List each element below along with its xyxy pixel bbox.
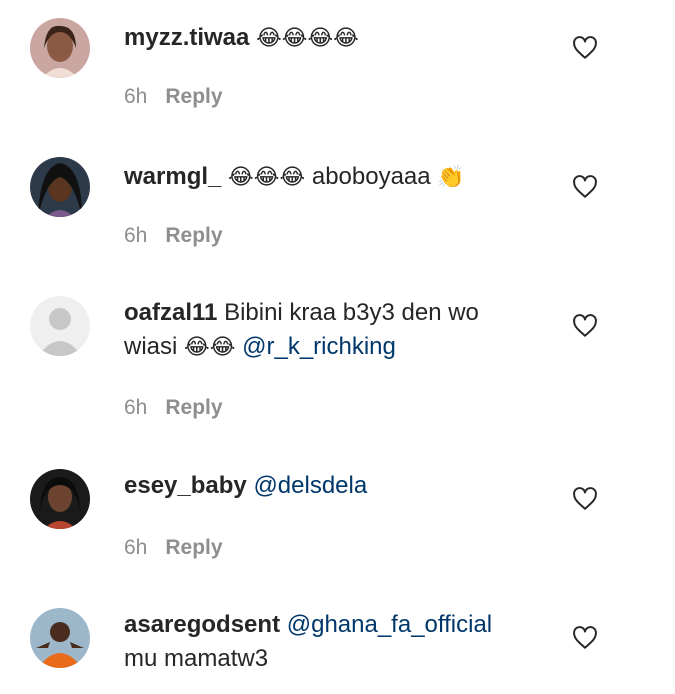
comment-time: 6h bbox=[124, 224, 148, 247]
comment-username[interactable]: oafzal11 bbox=[124, 299, 217, 326]
mention-link[interactable]: @r_k_richking bbox=[242, 333, 396, 360]
heart-icon[interactable] bbox=[572, 174, 598, 200]
comment-text: asaregodsent @ghana_fa_official mu mamat… bbox=[124, 608, 554, 676]
comment-username[interactable]: myzz.tiwaa bbox=[124, 24, 249, 51]
comment-text: oafzal11 Bibini kraa b3y3 den wo wiasi 😂… bbox=[124, 296, 554, 365]
emoji-text: 😂😂 bbox=[184, 335, 236, 360]
emoji-text: 👏 bbox=[437, 165, 465, 190]
comment-body: Bibini kraa b3y3 den wo bbox=[224, 299, 479, 326]
avatar[interactable] bbox=[30, 608, 90, 668]
mention-link[interactable]: @ghana_fa_official bbox=[287, 611, 492, 638]
heart-icon[interactable] bbox=[572, 625, 598, 651]
reply-button[interactable]: Reply bbox=[165, 396, 222, 419]
heart-icon[interactable] bbox=[572, 313, 598, 339]
comment-time: 6h bbox=[124, 536, 148, 559]
comment-time: 6h bbox=[124, 396, 148, 419]
comment-body: mu mamatw3 bbox=[124, 645, 269, 672]
comment-username[interactable]: esey_baby bbox=[124, 472, 247, 499]
comment-body: wiasi bbox=[124, 333, 178, 360]
heart-icon[interactable] bbox=[572, 486, 598, 512]
reply-button[interactable]: Reply bbox=[165, 536, 222, 559]
comment-meta: 6h Reply bbox=[124, 396, 223, 420]
reply-button[interactable]: Reply bbox=[165, 224, 222, 247]
comment-text: warmgl_ 😂😂😂 aboboyaaa 👏 bbox=[124, 160, 554, 195]
comment-meta: 6h Reply bbox=[124, 536, 223, 560]
comment-username[interactable]: asaregodsent bbox=[124, 611, 280, 638]
avatar[interactable] bbox=[30, 157, 90, 217]
comment-username[interactable]: warmgl_ bbox=[124, 163, 221, 190]
comment-meta: 6h Reply bbox=[124, 85, 223, 109]
mention-link[interactable]: @delsdela bbox=[253, 472, 367, 499]
comment-time: 6h bbox=[124, 85, 148, 108]
heart-icon[interactable] bbox=[572, 35, 598, 61]
comment-body: aboboyaaa bbox=[311, 163, 431, 190]
reply-button[interactable]: Reply bbox=[165, 85, 222, 108]
avatar[interactable] bbox=[30, 18, 90, 78]
avatar[interactable] bbox=[30, 469, 90, 529]
emoji-text: 😂😂😂😂 bbox=[256, 26, 359, 51]
emoji-text: 😂😂😂 bbox=[228, 165, 306, 190]
default-avatar-icon[interactable] bbox=[30, 296, 90, 356]
comment-text: esey_baby @delsdela bbox=[124, 469, 554, 503]
comment-meta: 6h Reply bbox=[124, 224, 223, 248]
comment-text: myzz.tiwaa 😂😂😂😂 bbox=[124, 21, 554, 56]
